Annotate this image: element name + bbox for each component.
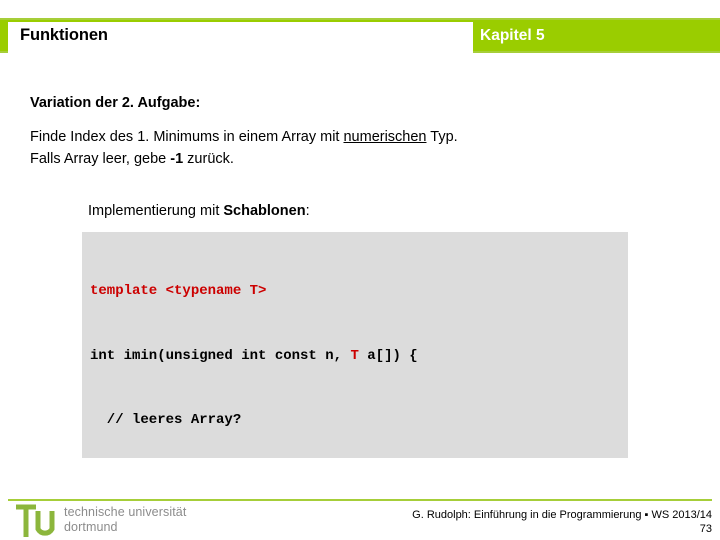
footer-credit-text: G. Rudolph: Einführung in die Programmie…	[412, 509, 712, 521]
task-description-line-2: Falls Array leer, gebe -1 zurück.	[30, 148, 458, 170]
code-signature-end: a[]) {	[358, 347, 418, 364]
footer-divider	[8, 499, 712, 501]
tu-logo-icon	[14, 503, 58, 540]
tu-logo-wordmark: technische universität dortmund	[64, 505, 186, 534]
page-number: 73	[699, 523, 712, 535]
code-type-parameter: T	[350, 347, 359, 364]
implementation-label-emphasis: Schablonen	[223, 203, 306, 219]
task-text-4: zurück.	[183, 151, 234, 167]
footer-credit: G. Rudolph: Einführung in die Programmie…	[412, 508, 712, 536]
tu-logo-line-2: dortmund	[64, 519, 118, 534]
lead-heading: Variation der 2. Aufgabe:	[30, 95, 201, 111]
code-listing: template <typename T> int imin(unsigned …	[82, 232, 628, 458]
task-text-1: Finde Index des 1. Minimums in einem Arr…	[30, 129, 344, 145]
implementation-label-text-1: Implementierung mit	[88, 203, 224, 219]
implementation-label: Implementierung mit Schablonen:	[88, 203, 310, 219]
task-text-2: Typ.	[426, 129, 458, 145]
implementation-label-text-2: :	[305, 203, 310, 219]
tu-dortmund-logo: technische universität dortmund	[14, 503, 214, 540]
tu-logo-line-1: technische universität	[64, 505, 187, 519]
code-line-1: template <typename T>	[90, 281, 628, 303]
slide-body: Variation der 2. Aufgabe: Finde Index de…	[0, 0, 720, 540]
code-template-declaration: template <typename T>	[90, 283, 267, 299]
code-line-3: // leeres Array?	[90, 412, 242, 428]
task-description-line-1: Finde Index des 1. Minimums in einem Arr…	[30, 126, 458, 148]
task-description: Finde Index des 1. Minimums in einem Arr…	[30, 126, 458, 170]
task-underlined-term: numerischen	[343, 129, 427, 145]
task-text-3: Falls Array leer, gebe	[30, 151, 171, 167]
code-signature-start: int imin(unsigned int const n,	[90, 347, 351, 364]
task-bold-value: -1	[170, 151, 184, 167]
code-line-2: int imin(unsigned int const n, T a[]) {	[90, 346, 628, 368]
